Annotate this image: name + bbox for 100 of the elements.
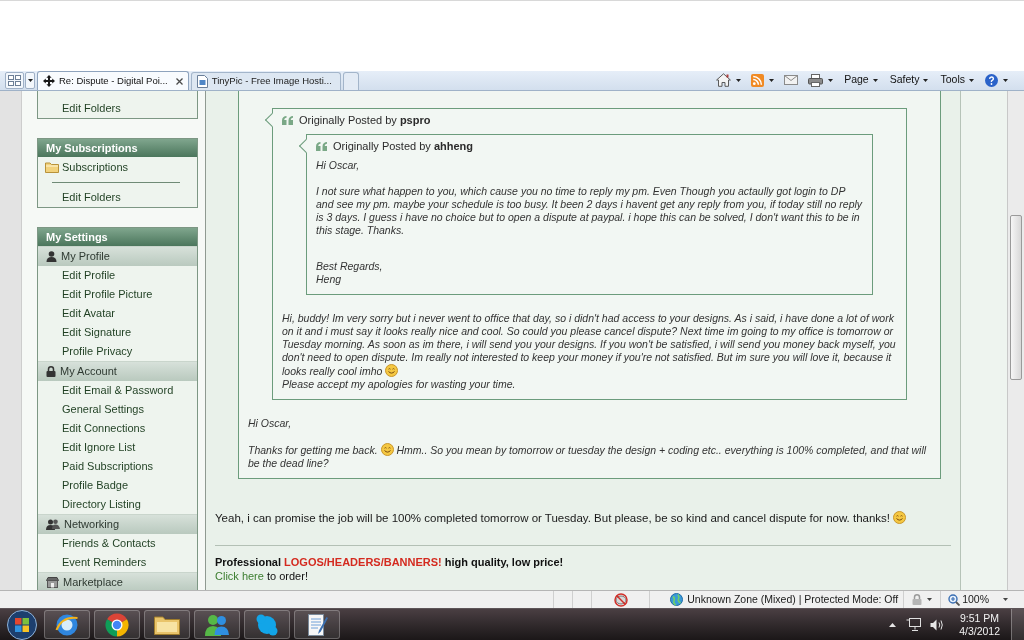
smiley-icon — [385, 364, 399, 377]
tab-list-button[interactable] — [25, 72, 35, 89]
quote-text: Hi, buddy! Im very sorry but i never went to office that day, so i didn't had access to your designs. As i said, i have done a lot of work on it and i must say it looks really nice and cool. So could you please cancel dispute? Next time im going to my office is tomorrow or Tuesday morning. As soon as im there, i will send you your designs. If you won't be satisfied, i will send you money back myself, you don't need to open dispute. Im really not interested to keep your money if you're not satisfied. But im sure you will love it, because it looks really cool imho — [282, 312, 897, 378]
lock-icon — [912, 594, 923, 605]
taskbar-button[interactable] — [44, 610, 90, 639]
four-arrows-icon — [43, 75, 55, 87]
caret-icon — [769, 78, 775, 82]
sidebar-heading: My Settings — [38, 228, 197, 246]
scrollbar-thumb[interactable] — [1010, 215, 1022, 380]
store-icon — [46, 577, 59, 588]
sidebar-link[interactable]: General Settings — [38, 400, 144, 419]
sidebar-link[interactable]: Edit Profile — [38, 266, 116, 285]
taskbar-button[interactable] — [144, 610, 190, 639]
ring-icon — [55, 612, 79, 637]
quote-icon — [316, 141, 327, 151]
browser-tab[interactable]: TinyPic - Free Image Hosti... — [190, 72, 341, 90]
quick-tabs-button[interactable] — [5, 72, 24, 89]
speaker-icon — [930, 618, 945, 631]
sidebar-link[interactable]: Edit Connections — [38, 419, 146, 438]
caret-up-icon — [888, 622, 896, 627]
smiley-icon — [380, 443, 394, 456]
sidebar-link[interactable]: Subscriptions — [45, 158, 129, 177]
quote-text: I not sure what happen to you, which cause you no time to reply my pm. Even Though you actaully got login to DP and see my pm. maybe your schedule is too busy. It been 2 days i havent get any reply from you, if today still no reply is 3 days. I guess i have no choice but to open a dispute at paypal. i hope this can be solved, I don't want this to be in this stage. Thanks. — [316, 185, 863, 237]
help-icon — [985, 73, 998, 87]
sidebar-group-heading: Networking — [64, 517, 120, 533]
post-text: Yeah, i can promise the job will be 100% completed tomorrow or Tuesday. But please, be so kind and cancel dispute for now. thanks! — [215, 511, 907, 525]
envelope-icon — [784, 75, 799, 85]
people-icon — [205, 613, 229, 636]
sidebar-link[interactable]: Profile Privacy — [38, 342, 133, 361]
menu-button[interactable]: Safety — [886, 71, 932, 89]
sidebar-link[interactable]: Directory Listing — [38, 495, 141, 514]
show-desktop-button[interactable] — [1011, 609, 1024, 640]
signature-text: Professional — [215, 556, 282, 568]
home-icon — [716, 73, 732, 87]
network-icon — [906, 618, 922, 631]
quote-icon — [282, 115, 293, 125]
sidebar-link[interactable]: Paid Subscriptions — [38, 457, 154, 476]
menu-button[interactable]: Tools — [937, 71, 977, 89]
sidebar-link[interactable]: Edit Profile Picture — [38, 285, 153, 304]
caret-icon — [923, 78, 929, 82]
browser-tab[interactable]: Re: Dispute - Digital Poi... — [37, 71, 189, 90]
folder-icon — [45, 162, 59, 173]
sidebar-link[interactable]: Edit Email & Password — [38, 381, 174, 400]
printer-icon — [808, 73, 824, 87]
caret-icon — [969, 78, 974, 82]
signature-text: to order! — [266, 569, 308, 582]
taskbar-button[interactable] — [294, 610, 340, 639]
lock-icon — [46, 366, 56, 377]
quote-attribution: Originally Posted by pspro — [299, 112, 431, 128]
order-link[interactable]: Click here — [215, 569, 264, 582]
notepad-icon — [306, 612, 328, 637]
sidebar-link[interactable]: Edit Ignore List — [38, 438, 136, 457]
caret-icon — [828, 78, 834, 82]
caret-icon — [27, 79, 33, 82]
taskbar-button[interactable] — [94, 610, 140, 639]
sidebar-link[interactable]: Edit Folders — [38, 188, 121, 207]
scrollbar[interactable] — [1007, 91, 1024, 590]
smiley-icon — [893, 511, 907, 524]
sidebar-link[interactable]: Profile Badge — [38, 476, 129, 495]
sidebar-group-heading: Marketplace — [63, 575, 123, 590]
toolbar-button[interactable] — [714, 71, 744, 89]
quote-text: Heng — [316, 273, 342, 286]
sidebar-link[interactable]: Edit Avatar — [38, 304, 115, 323]
start-button[interactable] — [4, 609, 40, 640]
people-icon — [46, 519, 60, 530]
taskbar-button[interactable] — [194, 610, 240, 639]
grid-icon — [8, 75, 21, 86]
sidebar-heading: My Subscriptions — [38, 139, 197, 157]
sidebar-group-heading: My Account — [60, 364, 117, 380]
globe-icon — [670, 593, 684, 606]
sidebar-group-heading: My Profile — [61, 249, 110, 265]
page-icon — [196, 75, 208, 88]
signature-text: high quality, low price! — [444, 556, 564, 568]
bubble-icon — [256, 613, 278, 636]
sidebar-link[interactable]: Edit Signature — [38, 323, 132, 342]
toolbar-button[interactable] — [983, 71, 1010, 89]
quote-text: Hi Oscar, — [316, 159, 360, 172]
quote-text: Best Regards, — [316, 260, 383, 273]
caret-icon — [736, 78, 742, 82]
caret-icon — [872, 78, 878, 82]
signature-text: LOGOS/HEADERS/BANNERS! — [284, 556, 442, 568]
quote-text: Please accept my apologies for wasting your time. — [282, 378, 516, 391]
feed-icon — [751, 73, 765, 87]
caret-icon — [1003, 78, 1008, 82]
toolbar-button[interactable] — [806, 71, 836, 89]
caret-icon — [927, 598, 933, 601]
sidebar-link[interactable]: Friends & Contacts — [38, 534, 156, 553]
quote-text: Thanks for getting me back. Hmm.. So you mean by tomorrow or tuesday the design + coding etc.. everything is 100% completed, and that will be the dead line? — [248, 443, 928, 470]
caret-icon — [1003, 598, 1008, 601]
folder-icon — [154, 614, 180, 635]
tricolor-circle-icon — [105, 612, 129, 637]
menu-button[interactable]: Page — [841, 71, 881, 89]
clock[interactable]: 9:51 PM 4/3/2012 — [959, 611, 1000, 638]
quote-text: Hi Oscar, — [248, 417, 292, 430]
close-icon[interactable] — [175, 77, 183, 85]
blocked-icon — [613, 592, 628, 607]
quote-attribution: Originally Posted by ahheng — [333, 138, 473, 154]
orb-icon — [7, 609, 37, 640]
sidebar-link[interactable]: Event Reminders — [38, 553, 147, 572]
person-icon — [46, 251, 57, 262]
